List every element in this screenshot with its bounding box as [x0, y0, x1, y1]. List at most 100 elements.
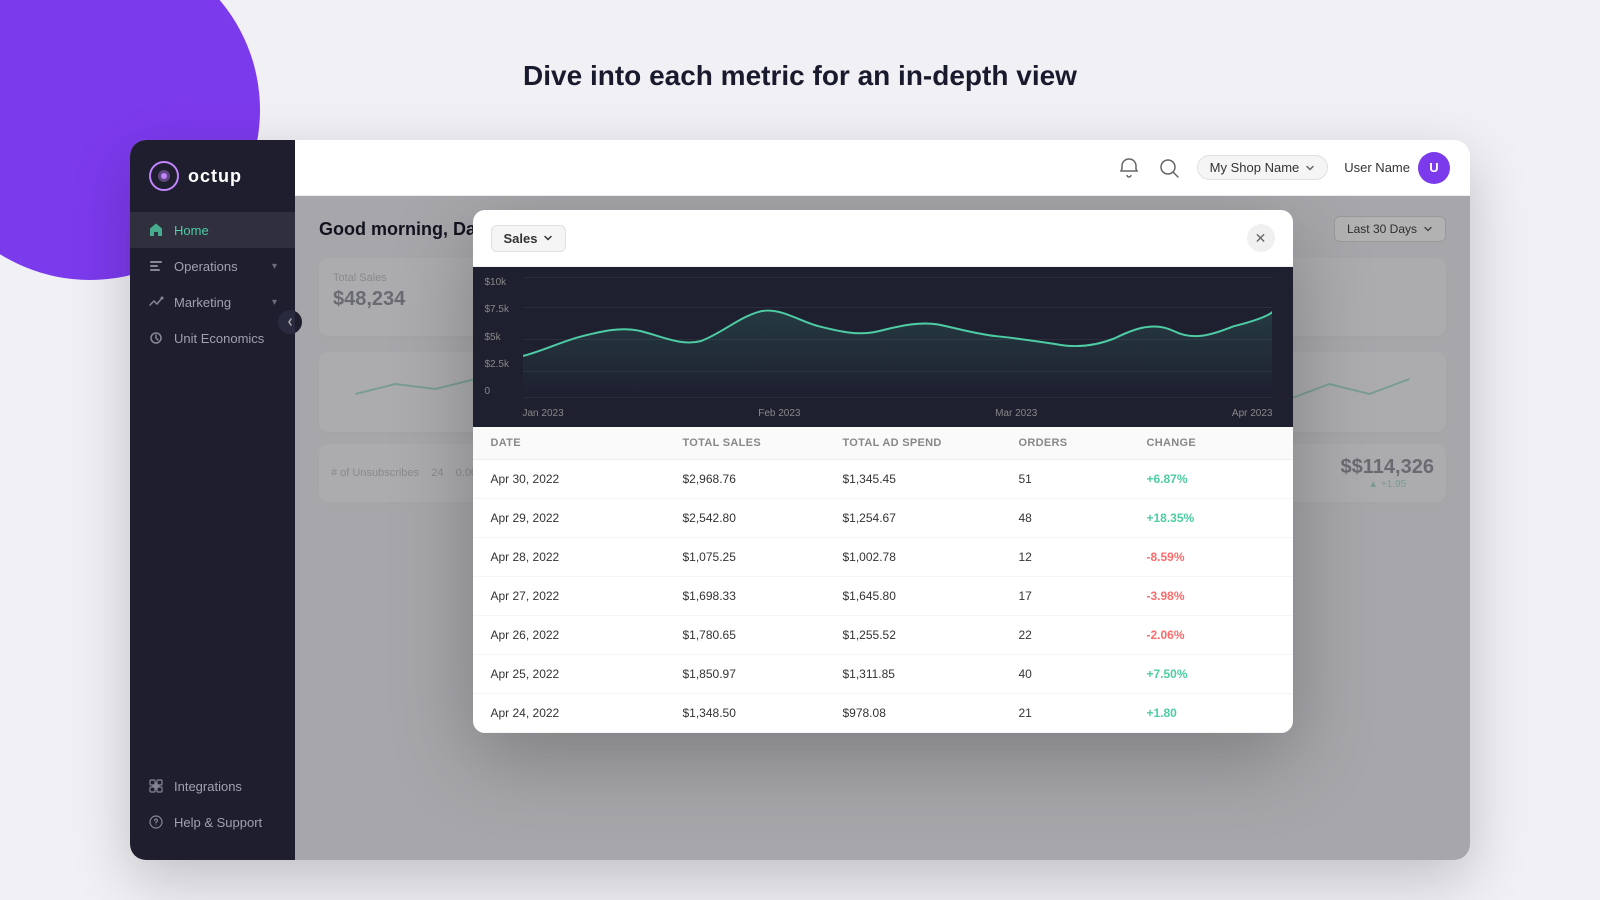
col-header-orders: Orders [1018, 437, 1146, 449]
modal-overlay[interactable]: Sales ✕ [295, 196, 1470, 860]
sidebar-item-unit-economics-label: Unit Economics [174, 331, 277, 346]
app-window: octup Home Operations ▾ [130, 140, 1470, 860]
marketing-icon [148, 294, 164, 310]
col-header-total-sales: Total Sales [682, 437, 842, 449]
home-icon [148, 222, 164, 238]
data-table: Date Total Sales Total Ad Spend Orders C… [473, 427, 1293, 733]
chart-x-labels: Jan 2023 Feb 2023 Mar 2023 Apr 2023 [523, 408, 1273, 419]
cell-ad-spend: $1,645.80 [842, 589, 1018, 603]
sidebar-item-operations-label: Operations [174, 259, 262, 274]
octup-logo-icon [148, 160, 180, 192]
cell-ad-spend: $1,345.45 [842, 472, 1018, 486]
sidebar-item-operations[interactable]: Operations ▾ [130, 248, 295, 284]
cell-date: Apr 29, 2022 [491, 511, 683, 525]
cell-ad-spend: $1,254.67 [842, 511, 1018, 525]
cell-date: Apr 26, 2022 [491, 628, 683, 642]
cell-ad-spend: $1,311.85 [842, 667, 1018, 681]
cell-ad-spend: $1,255.52 [842, 628, 1018, 642]
sidebar-item-help-support[interactable]: Help & Support [130, 804, 295, 840]
col-header-change: Change [1146, 437, 1274, 449]
cell-date: Apr 27, 2022 [491, 589, 683, 603]
cell-total-sales: $1,698.33 [682, 589, 842, 603]
cell-change: -8.59% [1146, 550, 1274, 564]
cell-date: Apr 25, 2022 [491, 667, 683, 681]
dashboard: Good morning, Daniel! Last 30 Days Total… [295, 196, 1470, 860]
table-row: Apr 27, 2022 $1,698.33 $1,645.80 17 -3.9… [473, 577, 1293, 616]
grid-line-0 [523, 397, 1273, 398]
col-header-date: Date [491, 437, 683, 449]
shop-selector[interactable]: My Shop Name [1197, 155, 1329, 180]
cell-orders: 22 [1018, 628, 1146, 642]
cell-orders: 17 [1018, 589, 1146, 603]
cell-change: -2.06% [1146, 628, 1274, 642]
cell-total-sales: $1,850.97 [682, 667, 842, 681]
user-avatar[interactable]: U [1418, 152, 1450, 184]
operations-icon [148, 258, 164, 274]
sidebar-item-integrations-label: Integrations [174, 779, 277, 794]
search-icon[interactable] [1157, 156, 1181, 180]
cell-total-sales: $1,075.25 [682, 550, 842, 564]
table-row: Apr 30, 2022 $2,968.76 $1,345.45 51 +6.8… [473, 460, 1293, 499]
cell-change: +6.87% [1146, 472, 1274, 486]
logo-text: octup [188, 166, 242, 187]
sidebar-item-unit-economics[interactable]: Unit Economics [130, 320, 295, 356]
cell-orders: 21 [1018, 706, 1146, 720]
operations-chevron-icon: ▾ [272, 261, 277, 272]
cell-change: +7.50% [1146, 667, 1274, 681]
cell-total-sales: $2,968.76 [682, 472, 842, 486]
cell-change: +1.80 [1146, 706, 1274, 720]
modal-dropdown-icon [543, 233, 553, 243]
topbar: My Shop Name User Name U [295, 140, 1470, 196]
table-row: Apr 29, 2022 $2,542.80 $1,254.67 48 +18.… [473, 499, 1293, 538]
modal-header: Sales ✕ [473, 210, 1293, 267]
user-name: User Name [1344, 160, 1410, 175]
sidebar-item-home[interactable]: Home [130, 212, 295, 248]
table-row: Apr 25, 2022 $1,850.97 $1,311.85 40 +7.5… [473, 655, 1293, 694]
table-row: Apr 28, 2022 $1,075.25 $1,002.78 12 -8.5… [473, 538, 1293, 577]
collapse-icon [285, 317, 295, 327]
cell-ad-spend: $1,002.78 [842, 550, 1018, 564]
cell-total-sales: $1,780.65 [682, 628, 842, 642]
sidebar-logo: octup [130, 160, 295, 212]
user-section: User Name U [1344, 152, 1450, 184]
table-row: Apr 24, 2022 $1,348.50 $978.08 21 +1.80 [473, 694, 1293, 733]
integrations-icon [148, 778, 164, 794]
chart-y-labels: $10k $7.5k $5k $2.5k 0 [485, 277, 509, 397]
sidebar-item-home-label: Home [174, 223, 277, 238]
modal-metric-selector[interactable]: Sales [491, 225, 567, 252]
cell-change: -3.98% [1146, 589, 1274, 603]
sidebar-item-marketing[interactable]: Marketing ▾ [130, 284, 295, 320]
cell-ad-spend: $978.08 [842, 706, 1018, 720]
sidebar-item-marketing-label: Marketing [174, 295, 262, 310]
sidebar-item-integrations[interactable]: Integrations [130, 768, 295, 804]
sidebar-bottom: Integrations Help & Support [130, 768, 295, 840]
cell-date: Apr 28, 2022 [491, 550, 683, 564]
modal-close-button[interactable]: ✕ [1247, 224, 1275, 252]
cell-change: +18.35% [1146, 511, 1274, 525]
shop-name: My Shop Name [1210, 160, 1300, 175]
sidebar-item-help-label: Help & Support [174, 815, 277, 830]
cell-orders: 12 [1018, 550, 1146, 564]
table-body: Apr 30, 2022 $2,968.76 $1,345.45 51 +6.8… [473, 460, 1293, 733]
cell-date: Apr 30, 2022 [491, 472, 683, 486]
sales-chart: $10k $7.5k $5k $2.5k 0 [473, 267, 1293, 427]
modal-metric-label: Sales [504, 231, 538, 246]
unit-economics-icon [148, 330, 164, 346]
cell-orders: 40 [1018, 667, 1146, 681]
cell-orders: 48 [1018, 511, 1146, 525]
page-heading: Dive into each metric for an in-depth vi… [523, 60, 1077, 92]
marketing-chevron-icon: ▾ [272, 297, 277, 308]
cell-total-sales: $2,542.80 [682, 511, 842, 525]
sales-modal: Sales ✕ [473, 210, 1293, 733]
main-content: My Shop Name User Name U Good morning, D… [295, 140, 1470, 860]
col-header-ad-spend: Total Ad Spend [842, 437, 1018, 449]
cell-total-sales: $1,348.50 [682, 706, 842, 720]
chart-line-svg [523, 277, 1273, 395]
cell-date: Apr 24, 2022 [491, 706, 683, 720]
sidebar: octup Home Operations ▾ [130, 140, 295, 860]
shop-dropdown-icon [1305, 163, 1315, 173]
table-row: Apr 26, 2022 $1,780.65 $1,255.52 22 -2.0… [473, 616, 1293, 655]
notification-icon[interactable] [1117, 156, 1141, 180]
cell-orders: 51 [1018, 472, 1146, 486]
help-icon [148, 814, 164, 830]
